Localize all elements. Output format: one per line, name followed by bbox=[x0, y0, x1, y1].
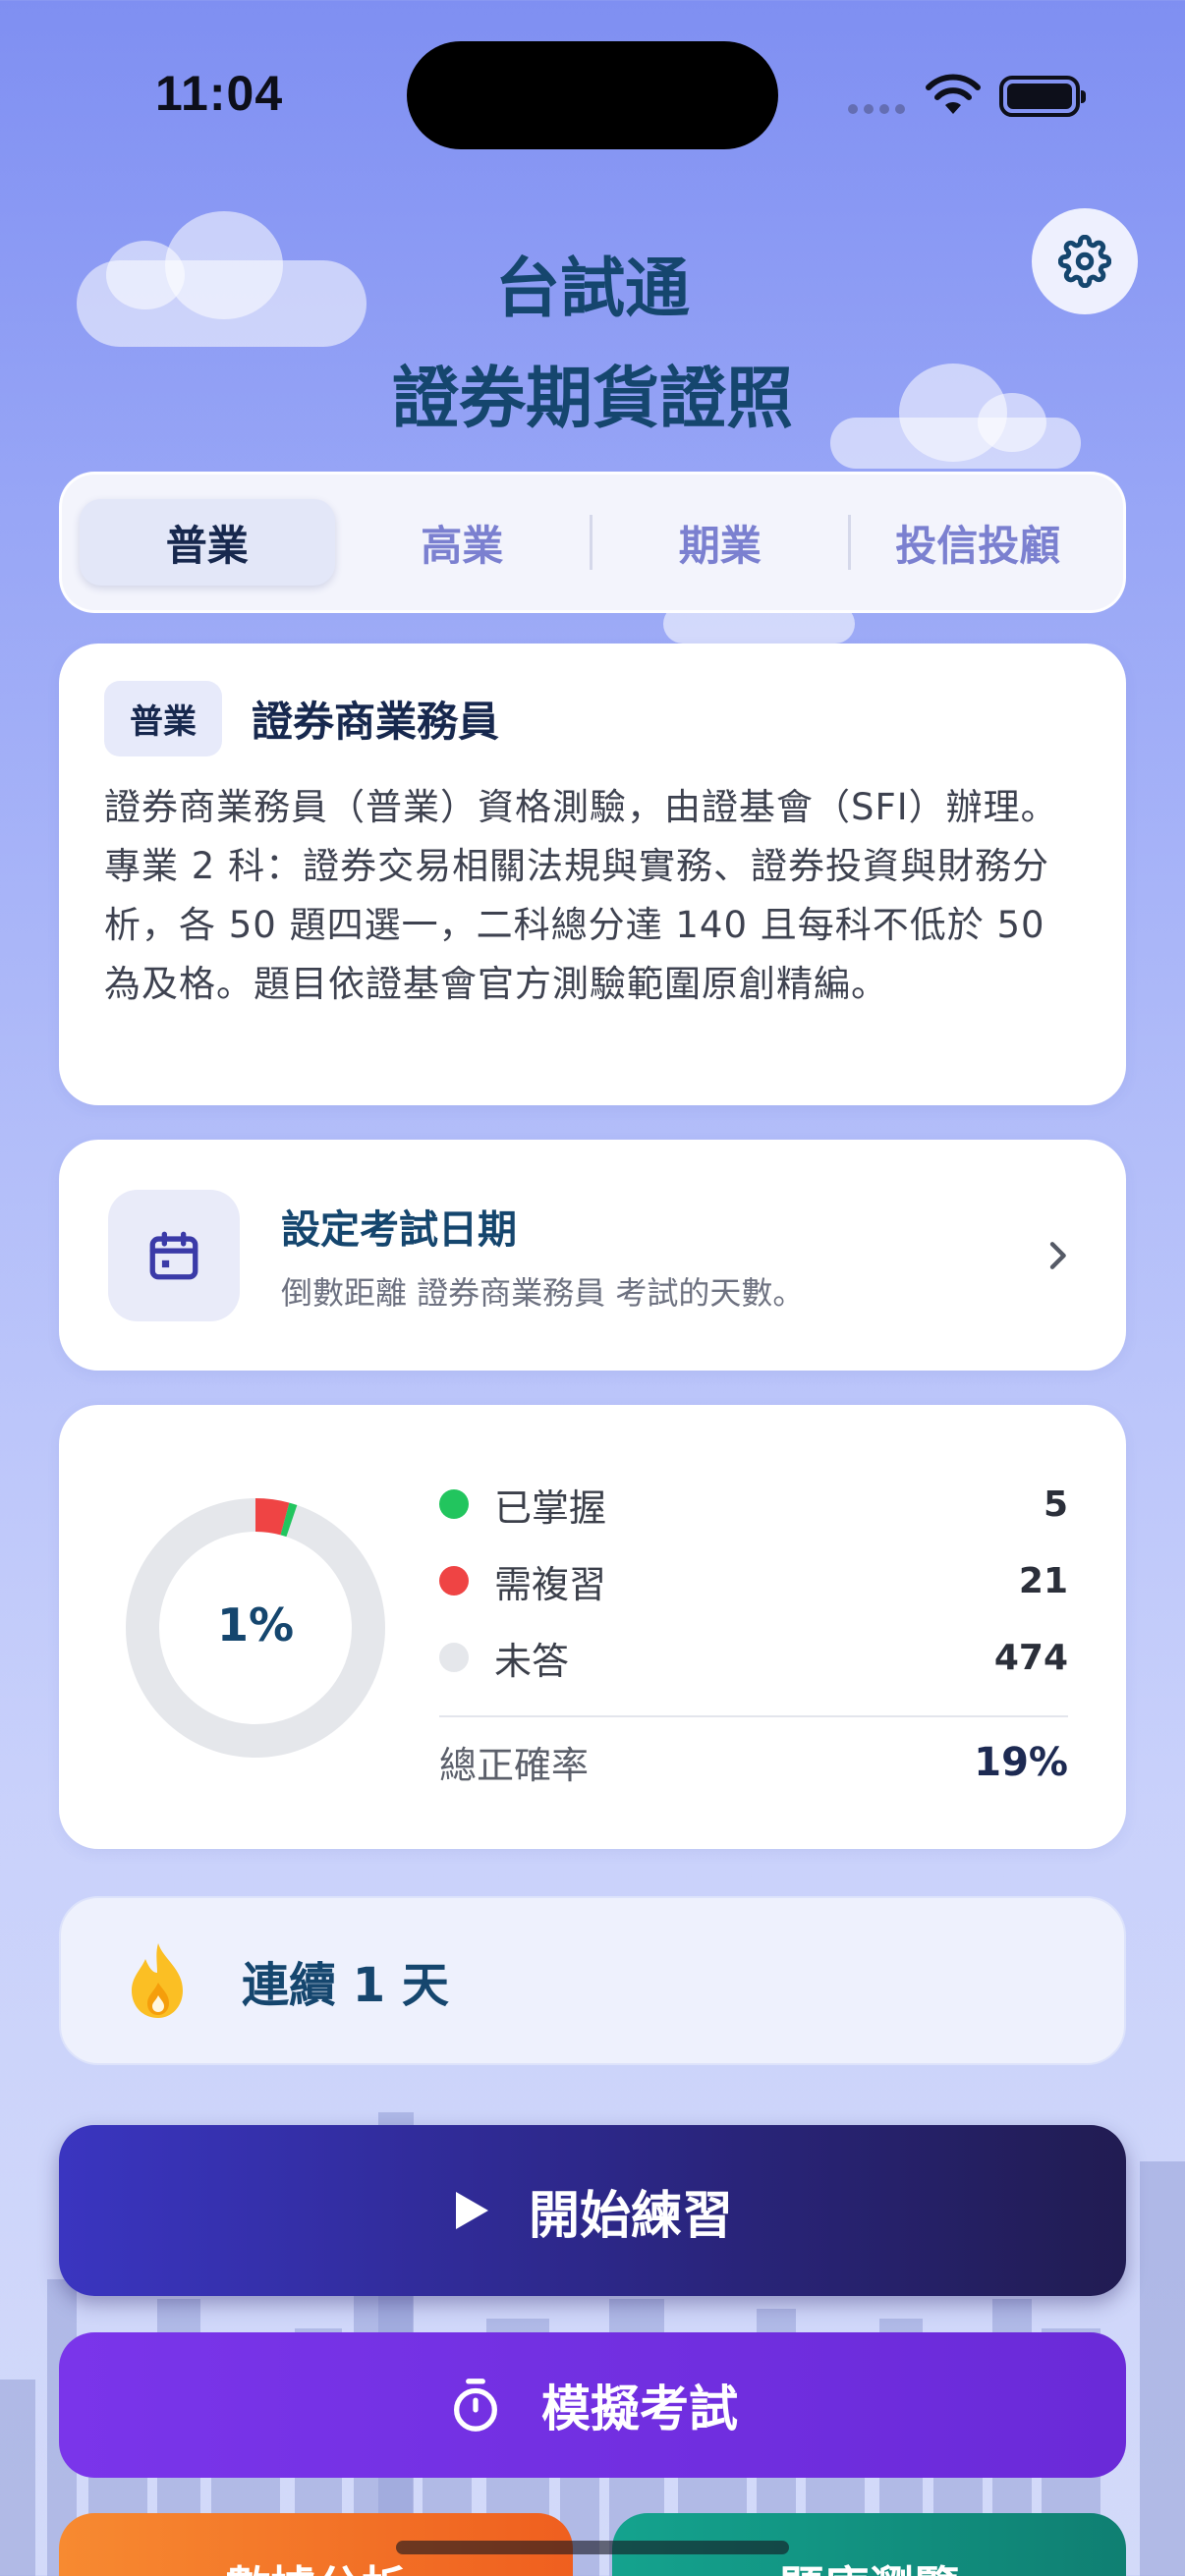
status-bar: 11:04 bbox=[0, 0, 1185, 187]
streak-text: 連續 1 天 bbox=[242, 1958, 449, 2013]
review-count: 21 bbox=[1018, 1560, 1068, 1601]
stats-divider bbox=[439, 1715, 1068, 1717]
exam-date-card[interactable]: 設定考試日期 倒數距離 證券商業務員 考試的天數。 bbox=[59, 1140, 1126, 1371]
calendar-icon-box bbox=[108, 1189, 240, 1321]
unanswered-count: 474 bbox=[993, 1637, 1068, 1678]
exam-date-title: 設定考試日期 bbox=[281, 1206, 517, 1253]
review-dot bbox=[439, 1566, 469, 1596]
exam-date-subtitle: 倒數距離 證券商業務員 考試的天數。 bbox=[281, 1273, 805, 1312]
play-icon bbox=[455, 2192, 488, 2229]
chevron-right-icon bbox=[1049, 1241, 1066, 1269]
start-practice-button[interactable]: 開始練習 bbox=[59, 2125, 1126, 2296]
legend-row-review: 需複習 21 bbox=[439, 1542, 1068, 1619]
license-info-card: 普業 證券商業務員 證券商業務員（普業）資格測驗，由證基會（SFI）辦理。專業 … bbox=[59, 644, 1126, 1105]
data-analysis-label: 數據分析 bbox=[226, 2552, 407, 2576]
tab-senior[interactable]: 高業 bbox=[335, 499, 591, 586]
app-subtitle: 證券期貨證照 bbox=[391, 361, 793, 438]
accuracy-label: 總正確率 bbox=[439, 1744, 590, 1787]
stats-legend: 已掌握 5 需複習 21 未答 474 總正確率 19% bbox=[439, 1466, 1068, 1789]
mock-exam-label: 模擬考試 bbox=[541, 2380, 738, 2437]
progress-percent: 1% bbox=[216, 1598, 295, 1652]
license-tabs: 普業 高業 期業 投信投顧 bbox=[59, 472, 1126, 613]
wifi-icon bbox=[926, 74, 981, 114]
app-title: 台試通 bbox=[495, 251, 690, 326]
mastered-count: 5 bbox=[1043, 1484, 1068, 1525]
tab-futures[interactable]: 期業 bbox=[592, 499, 848, 586]
stopwatch-icon bbox=[454, 2379, 497, 2432]
tab-general[interactable]: 普業 bbox=[80, 499, 335, 586]
accuracy-value: 19% bbox=[974, 1739, 1068, 1785]
unanswered-label: 未答 bbox=[494, 1639, 570, 1683]
tab-investment-trust[interactable]: 投信投顧 bbox=[851, 499, 1106, 586]
calendar-icon bbox=[149, 1231, 198, 1279]
home-indicator bbox=[396, 2541, 789, 2554]
start-practice-label: 開始練習 bbox=[528, 2186, 733, 2246]
unanswered-dot bbox=[439, 1643, 469, 1672]
flame-icon bbox=[132, 1943, 183, 2018]
review-label: 需複習 bbox=[494, 1562, 607, 1606]
accuracy-row: 總正確率 19% bbox=[439, 1735, 1068, 1789]
mock-exam-button[interactable]: 模擬考試 bbox=[59, 2332, 1126, 2478]
progress-stats-card: 1% 已掌握 5 需複習 21 未答 474 總正確率 19% bbox=[59, 1405, 1126, 1849]
status-time: 11:04 bbox=[155, 66, 284, 121]
question-bank-label: 題庫瀏覽 bbox=[779, 2552, 960, 2576]
streak-card: 連續 1 天 bbox=[59, 1896, 1126, 2065]
license-description: 證券商業務員（普業）資格測驗，由證基會（SFI）辦理。專業 2 科：證券交易相關… bbox=[104, 786, 1058, 1005]
mastered-label: 已掌握 bbox=[494, 1485, 607, 1530]
legend-row-mastered: 已掌握 5 bbox=[439, 1466, 1068, 1542]
legend-row-unanswered: 未答 474 bbox=[439, 1619, 1068, 1696]
cellular-signal-icon bbox=[848, 104, 905, 114]
license-name: 證券商業務員 bbox=[252, 698, 500, 746]
battery-icon bbox=[999, 76, 1086, 117]
mastered-dot bbox=[439, 1489, 469, 1519]
dynamic-island bbox=[407, 41, 778, 149]
license-badge: 普業 bbox=[104, 681, 222, 756]
